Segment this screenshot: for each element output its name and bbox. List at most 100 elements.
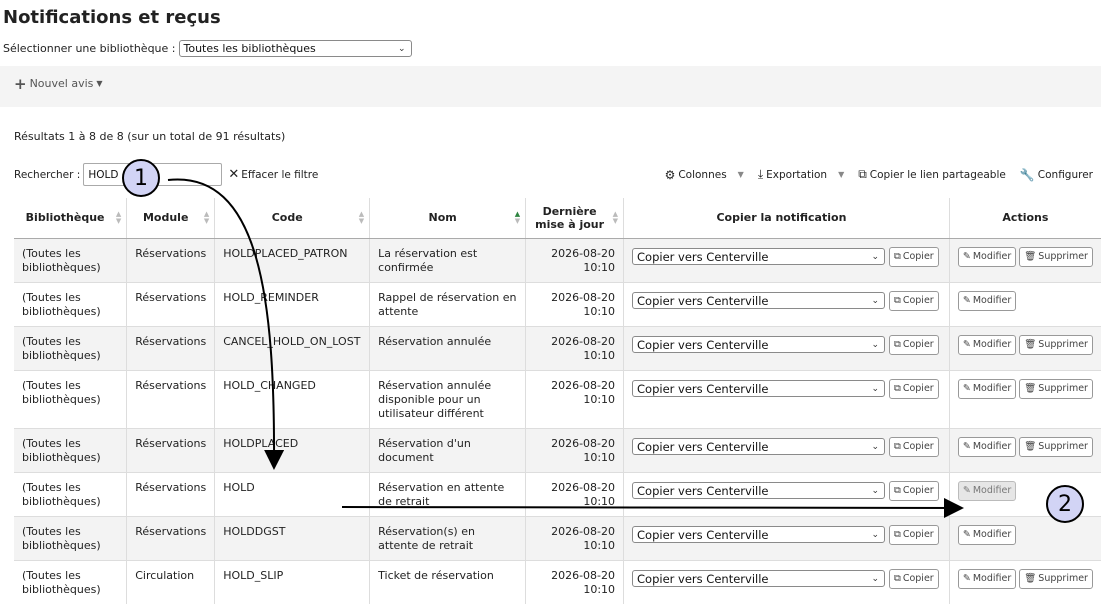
updated-time: 10:10 [583,582,616,596]
pencil-icon: ✎ [962,572,971,584]
pencil-icon: ✎ [962,382,971,394]
column-header-library[interactable]: Bibliothèque ▲ ▼ [14,198,128,239]
pencil-icon: ✎ [962,338,971,350]
cell-copy: Copier vers Centerville ⌄ ⧉ Copier [623,559,950,604]
clear-filter-button[interactable]: ✕ Effacer le filtre [228,167,318,182]
copy-button[interactable]: ⧉ Copier [889,436,939,457]
modify-button[interactable]: ✎ Modifier [957,524,1017,545]
export-button[interactable]: ⤓ Exportation ▼ [758,167,844,182]
updated-time: 10:10 [583,538,616,552]
copy-button[interactable]: ⧉ Copier [889,334,939,355]
cell-actions: ✎ Modifier 🗑 Supprimer [949,325,1101,370]
trash-icon: 🗑 [1024,440,1037,452]
new-notice-button[interactable]: + Nouvel avis ▼ [14,76,103,91]
modify-button[interactable]: ✎ Modifier [957,246,1017,267]
pencil-icon: ✎ [962,528,971,540]
copy-target-select[interactable]: Copier vers Centerville ⌄ [632,438,886,455]
pencil-icon: ✎ [962,440,971,452]
cell-library: (Toutes les bibliothèques) [14,427,128,472]
copy-target-select[interactable]: Copier vers Centerville ⌄ [632,570,886,587]
copy-button[interactable]: ⧉ Copier [889,568,939,589]
cell-copy: Copier vers Centerville ⌄ ⧉ Copier [623,369,950,428]
column-header-name[interactable]: Nom ▲ ▼ [369,198,527,239]
updated-time: 10:10 [583,348,616,362]
copy-icon: ⧉ [894,382,901,394]
delete-button-label: Supprimer [1038,382,1088,394]
library-select-value: Toutes les bibliothèques [183,42,316,55]
delete-button[interactable]: 🗑 Supprimer [1019,334,1093,355]
sort-icon: ▲ ▼ [203,209,210,225]
copy-icon: ⧉ [894,250,901,262]
copy-icon: ⧉ [894,440,901,452]
cell-module: Réservations [126,471,216,516]
cell-module: Réservations [126,325,216,370]
column-header-module[interactable]: Module ▲ ▼ [126,198,216,239]
configure-label: Configurer [1037,168,1093,181]
copy-button[interactable]: ⧉ Copier [889,524,939,545]
table-tools: ⚙ Colonnes ▼ ⤓ Exportation ▼ ⧉ Copier le… [665,167,1093,182]
cell-name: Ticket de réservation [369,559,527,604]
copy-target-select[interactable]: Copier vers Centerville ⌄ [632,248,886,265]
cell-name: Réservation en attente de retrait [369,471,527,516]
updated-date: 2026-08-20 [551,378,616,392]
copy-target-value: Copier vers Centerville [637,293,769,308]
delete-button[interactable]: 🗑 Supprimer [1019,378,1093,399]
copy-button[interactable]: ⧉ Copier [889,480,939,501]
modify-button[interactable]: ✎ Modifier [957,334,1017,355]
clear-filter-label: Effacer le filtre [241,168,319,181]
step-badge-2: 2 [1046,485,1084,523]
column-header-copy: Copier la notification [623,198,950,239]
modify-button[interactable]: ✎ Modifier [957,290,1017,311]
cell-actions: ✎ Modifier 🗑 Supprimer [949,237,1101,282]
copy-target-value: Copier vers Centerville [637,439,769,454]
column-header-code[interactable]: Code ▲ ▼ [214,198,371,239]
updated-date: 2026-08-20 [551,436,616,450]
delete-button[interactable]: 🗑 Supprimer [1019,568,1093,589]
copy-icon: ⧉ [894,484,901,496]
cell-code: HOLD_SLIP [214,559,371,604]
copy-target-select[interactable]: Copier vers Centerville ⌄ [632,526,886,543]
modify-button-label: Modifier [972,250,1012,262]
cell-module: Réservations [126,369,216,428]
modify-button[interactable]: ✎ Modifier [957,480,1017,501]
cell-library: (Toutes les bibliothèques) [14,325,128,370]
configure-button[interactable]: 🔧 Configurer [1020,168,1093,182]
table-row: (Toutes les bibliothèques) Réservations HO… [14,471,1101,516]
modify-button-label: Modifier [972,484,1012,496]
modify-button[interactable]: ✎ Modifier [957,568,1017,589]
copy-target-select[interactable]: Copier vers Centerville ⌄ [632,482,886,499]
copy-button-label: Copier [902,572,934,584]
library-select[interactable]: Toutes les bibliothèques ⌄ [178,40,412,57]
cell-updated: 2026-08-20 10:10 [525,325,625,370]
cell-library: (Toutes les bibliothèques) [14,369,128,428]
copy-button[interactable]: ⧉ Copier [889,246,939,267]
copy-link-label: Copier le lien partageable [869,168,1006,181]
wrench-icon: 🔧 [1019,167,1035,182]
copy-icon: ⧉ [894,572,901,584]
sort-icon: ▲ ▼ [358,209,365,225]
copy-button-label: Copier [902,382,934,394]
columns-button[interactable]: ⚙ Colonnes ▼ [665,168,744,182]
modify-button[interactable]: ✎ Modifier [957,378,1017,399]
step-badge-1: 1 [122,159,160,197]
copy-target-select[interactable]: Copier vers Centerville ⌄ [632,380,886,397]
toolbar: + Nouvel avis ▼ [0,66,1101,107]
copy-button[interactable]: ⧉ Copier [889,378,939,399]
updated-time: 10:10 [583,260,616,274]
copy-target-select[interactable]: Copier vers Centerville ⌄ [632,336,886,353]
modify-button-label: Modifier [972,572,1012,584]
cell-code: HOLD_CHANGED [214,369,371,428]
copy-target-select[interactable]: Copier vers Centerville ⌄ [632,292,886,309]
modify-button-label: Modifier [972,294,1012,306]
delete-button[interactable]: 🗑 Supprimer [1019,436,1093,457]
copy-button-label: Copier [902,484,934,496]
chevron-down-icon: ⌄ [871,251,880,262]
copy-link-button[interactable]: ⧉ Copier le lien partageable [858,167,1006,182]
delete-button[interactable]: 🗑 Supprimer [1019,246,1093,267]
column-header-updated[interactable]: Dernière mise à jour ▲ ▼ [525,198,625,239]
copy-button[interactable]: ⧉ Copier [889,290,939,311]
copy-target-value: Copier vers Centerville [637,249,769,264]
delete-button-label: Supprimer [1038,250,1088,262]
new-notice-label: Nouvel avis [29,77,94,90]
modify-button[interactable]: ✎ Modifier [957,436,1017,457]
